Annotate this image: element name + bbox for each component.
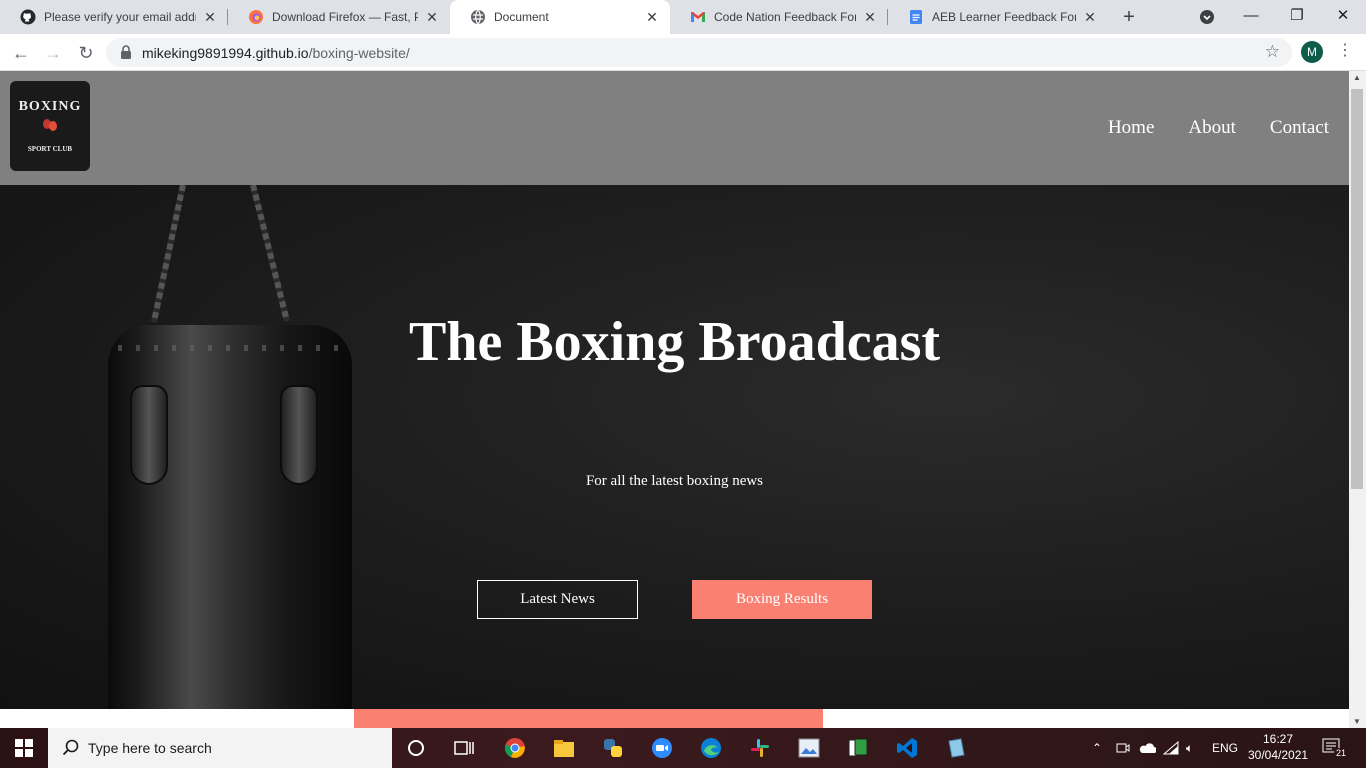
notification-center-icon[interactable]: 21 [1322,738,1349,760]
nav-home[interactable]: Home [1108,117,1154,139]
bookmark-star-icon[interactable]: ☆ [1265,42,1280,62]
latest-news-button[interactable]: Latest News [477,580,638,619]
maximize-window-icon[interactable]: ❐ [1274,0,1320,34]
site-header: BOXING SPORT CLUB Home About Contact [0,71,1349,185]
tab-title: Code Nation Feedback Form [714,10,856,24]
onedrive-icon[interactable] [1138,728,1156,768]
windows-start-icon[interactable] [0,728,48,768]
chrome-icon[interactable] [503,736,527,760]
hero-title-text: The Boxing Broadcast [408,311,941,373]
tab-docs[interactable]: AEB Learner Feedback Form.d ✕ [888,0,1108,34]
reload-icon[interactable]: ↻ [73,40,99,66]
tab-title: Please verify your email addre [44,10,196,24]
wifi-icon[interactable] [1163,728,1179,768]
file-explorer-icon[interactable] [552,736,576,760]
docs-icon [908,9,924,25]
notification-count-badge: 21 [1334,748,1349,758]
site-logo[interactable]: BOXING SPORT CLUB [10,81,90,171]
close-tab-icon[interactable]: ✕ [424,9,440,26]
clock-time: 16:27 [1262,732,1294,746]
slack-icon[interactable] [748,736,772,760]
address-bar[interactable]: mikeking9891994.github.io/boxing-website… [106,38,1292,67]
close-tab-icon[interactable]: ✕ [1082,9,1098,26]
browser-menu-icon[interactable]: ⋮ [1337,40,1353,60]
search-icon [62,739,80,757]
gmail-icon [690,9,706,25]
show-hidden-icons[interactable]: ⌃ [1092,728,1102,768]
back-arrow-icon[interactable]: ← [8,40,34,66]
taskbar-search-input[interactable]: Type here to search [48,728,392,768]
page-viewport: BOXING SPORT CLUB Home About Contact The… [0,71,1349,728]
tab-title: Download Firefox — Fast, Priv [272,10,418,24]
tab-document[interactable]: Document ✕ [450,0,670,34]
nav-about[interactable]: About [1188,117,1236,139]
boxing-gloves-icon [42,117,58,133]
tab-gmail[interactable]: Code Nation Feedback Form ✕ [670,0,888,34]
browser-tab-strip: Please verify your email addre ✕ Downloa… [0,0,1366,34]
search-placeholder: Type here to search [88,740,212,756]
close-tab-icon[interactable]: ✕ [202,9,218,26]
zoom-icon[interactable] [650,736,674,760]
tab-title: AEB Learner Feedback Form.d [932,10,1076,24]
close-tab-icon[interactable]: ✕ [862,9,878,26]
tab-search-icon[interactable] [1184,0,1230,34]
hero-subtitle: For all the latest boxing news [585,473,764,489]
vscode-icon[interactable] [895,736,919,760]
profile-avatar[interactable]: M [1301,41,1323,63]
task-view-icon[interactable] [452,736,476,760]
meet-now-icon[interactable] [1116,728,1130,768]
hero-title: The Boxing Broadcast [0,310,1349,374]
firefox-icon [248,9,264,25]
punching-bag-image [108,325,352,709]
tab-title: Document [494,10,549,24]
scroll-up-icon[interactable]: ▲ [1353,73,1361,82]
globe-icon [470,9,486,25]
python-icon[interactable] [601,736,625,760]
edge-icon[interactable] [699,736,723,760]
windows-taskbar: Type here to search ⌃ 🔈︎ ENG 16:27 30/04… [0,728,1366,768]
nav-contact[interactable]: Contact [1270,117,1329,139]
browser-toolbar: ← → ↻ mikeking9891994.github.io/boxing-w… [0,34,1366,71]
close-tab-icon[interactable]: ✕ [644,9,660,26]
notepad-icon[interactable] [944,736,968,760]
url-path: /boxing-website/ [308,45,410,61]
cards-game-icon[interactable] [846,736,870,760]
hero-section: The Boxing Broadcast For all the latest … [0,185,1349,709]
logo-text-top: BOXING [18,99,82,114]
tab-github[interactable]: Please verify your email addre ✕ [0,0,228,34]
accent-bar [354,709,823,728]
url-text: mikeking9891994.github.io/boxing-website… [142,45,410,61]
language-indicator[interactable]: ENG [1212,728,1238,768]
chain-right [250,185,290,322]
clock-date: 30/04/2021 [1248,748,1309,762]
volume-icon[interactable]: 🔈︎ [1186,728,1193,768]
close-window-icon[interactable]: ✕ [1320,0,1366,34]
boxing-results-button[interactable]: Boxing Results [692,580,872,619]
system-clock[interactable]: 16:27 30/04/2021 [1248,731,1308,763]
logo-text-bottom: SPORT CLUB [27,145,73,153]
cortana-icon[interactable] [404,736,428,760]
next-section-preview [0,709,1349,728]
tab-firefox[interactable]: Download Firefox — Fast, Priv ✕ [228,0,450,34]
new-tab-button[interactable]: + [1118,3,1140,31]
forward-arrow-icon[interactable]: → [40,40,66,66]
url-host: mikeking9891994.github.io [142,45,309,61]
chain-left [150,185,186,323]
minimize-window-icon[interactable]: — [1228,0,1274,34]
page-scrollbar[interactable]: ▲ ▼ [1349,71,1366,728]
scrollbar-thumb[interactable] [1351,89,1363,489]
lock-icon [120,45,132,59]
scroll-down-icon[interactable]: ▼ [1353,717,1361,726]
site-nav: Home About Contact [1108,117,1329,139]
photos-icon[interactable] [797,736,821,760]
github-icon [20,9,36,25]
